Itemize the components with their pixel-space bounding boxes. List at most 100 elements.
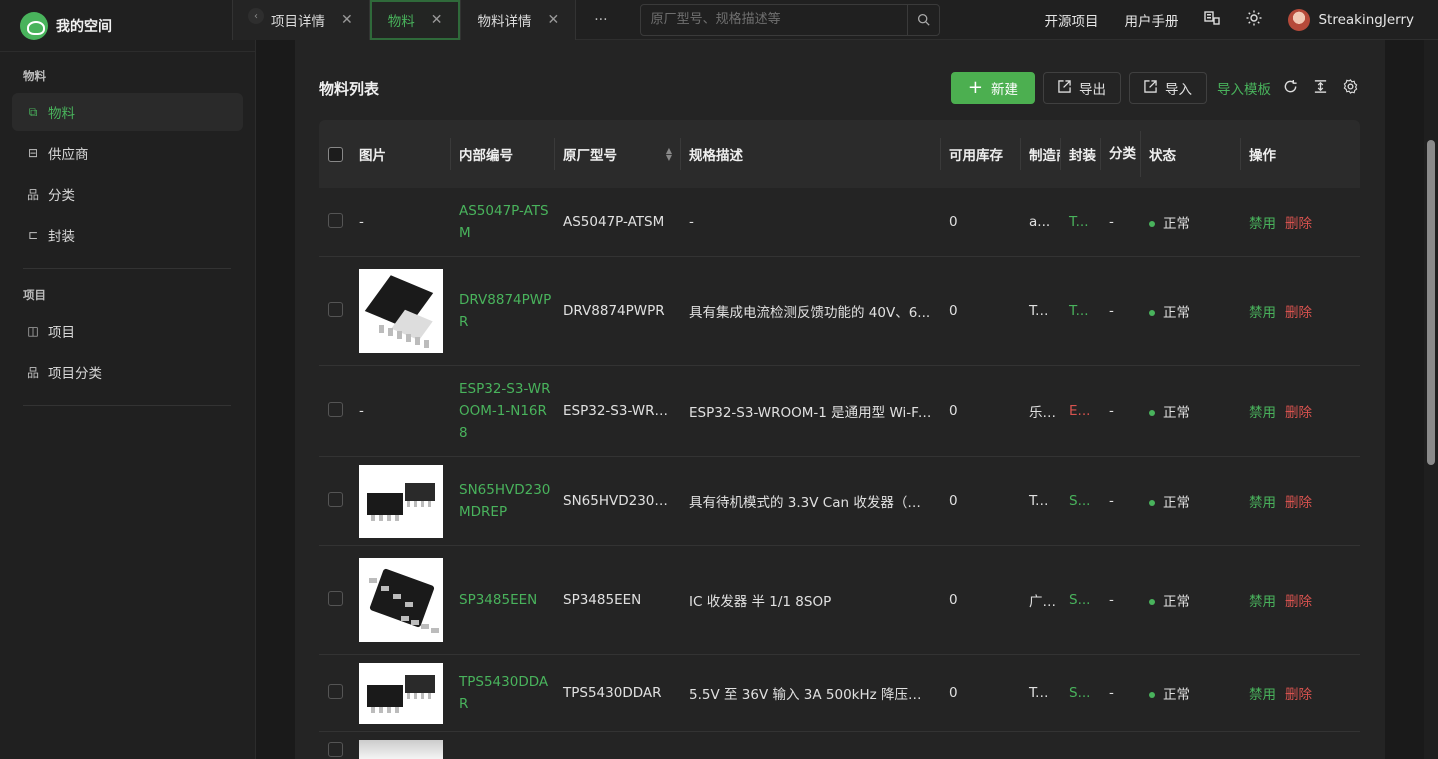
package-link: S... — [1069, 592, 1091, 608]
row-checkbox[interactable] — [328, 590, 343, 606]
sidebar-item-supplier[interactable]: ⊟ 供应商 — [12, 134, 243, 172]
close-icon[interactable]: ✕ — [547, 12, 559, 28]
user-menu[interactable]: StreakingJerry — [1288, 9, 1414, 31]
theme-toggle-icon[interactable] — [1246, 10, 1262, 30]
table-row[interactable]: TPS5430DDAR TPS5430DDAR 5.5V 至 36V 输入 3A 5… — [319, 655, 1360, 732]
cell-code[interactable]: AS5047P-ATSM — [451, 200, 555, 244]
disable-button[interactable]: 禁用 — [1249, 305, 1276, 321]
row-checkbox[interactable] — [328, 491, 343, 507]
package-link: T... — [1069, 214, 1089, 230]
part-code-link[interactable]: TPS5430DDAR — [459, 671, 555, 715]
cell-desc: 具有待机模式的 3.3V Can 收发器（增... — [681, 491, 941, 511]
table-row[interactable] — [319, 732, 1360, 759]
delete-button[interactable]: 删除 — [1285, 594, 1312, 610]
part-image[interactable] — [359, 739, 443, 759]
table-row[interactable]: SP3485EEN SP3485EEN IC 收发器 半 1/1 8SOP 0 广...… — [319, 546, 1360, 655]
translate-icon[interactable] — [1204, 10, 1221, 30]
page-scrollbar[interactable] — [1424, 40, 1438, 759]
search-input[interactable] — [640, 4, 907, 35]
tab-2[interactable]: 物料详情 ✕ — [460, 0, 577, 40]
cell-pkg[interactable]: T... — [1061, 214, 1101, 230]
table-row[interactable]: DRV8874PWPR DRV8874PWPR 具有集成电流检测反馈功能的 40V、… — [319, 257, 1360, 366]
cell-pkg[interactable]: T... — [1061, 303, 1101, 319]
part-code-link[interactable]: SP3485EEN — [459, 589, 555, 611]
scrollbar-thumb[interactable] — [1427, 140, 1435, 465]
part-description: ESP32-S3-WROOM-1 是通用型 Wi-Fi ... — [689, 405, 939, 421]
part-image[interactable] — [359, 662, 443, 724]
delete-button[interactable]: 删除 — [1285, 305, 1312, 321]
column-height-icon[interactable] — [1309, 79, 1331, 98]
part-code-link[interactable]: SN65HVD230MDREP — [459, 479, 555, 523]
disable-button[interactable]: 禁用 — [1249, 216, 1276, 232]
row-checkbox[interactable] — [328, 742, 343, 757]
part-code-link[interactable]: DRV8874PWPR — [459, 289, 555, 333]
refresh-icon[interactable] — [1279, 79, 1301, 98]
new-button[interactable]: + 新建 — [950, 72, 1035, 104]
row-checkbox[interactable] — [328, 683, 343, 699]
chip-body — [359, 739, 443, 759]
disable-button[interactable]: 禁用 — [1249, 594, 1276, 610]
delete-button[interactable]: 删除 — [1285, 405, 1312, 421]
disable-button[interactable]: 禁用 — [1249, 687, 1276, 703]
cell-code[interactable]: SN65HVD230MDREP — [451, 479, 555, 523]
import-button[interactable]: 导入 — [1129, 72, 1207, 104]
delete-button[interactable]: 删除 — [1285, 495, 1312, 511]
part-image[interactable] — [359, 269, 443, 353]
sidebar-item-project-category[interactable]: 品项目分类 — [12, 353, 243, 391]
delete-button[interactable]: 删除 — [1285, 687, 1312, 703]
cell-code[interactable]: SP3485EEN — [451, 589, 555, 611]
collapse-sidebar-icon[interactable]: ‹ — [248, 8, 264, 24]
search-icon[interactable] — [906, 4, 939, 35]
col-header-model[interactable]: 原厂型号 ▲ ▼ — [555, 138, 681, 170]
sidebar-item-package[interactable]: ⊏ 封装 — [12, 216, 243, 254]
export-button[interactable]: 导出 — [1043, 72, 1121, 104]
chip-body — [405, 483, 435, 501]
table-row[interactable]: - ESP32-S3-WROOM-1-N16R8 ESP32-S3-WRO... ES… — [319, 366, 1360, 457]
select-all-checkbox[interactable] — [319, 138, 351, 170]
table-row[interactable]: - AS5047P-ATSM AS5047P-ATSM - 0 a... T... - 正常 禁用… — [319, 188, 1360, 257]
table-row[interactable]: SN65HVD230MDREP SN65HVD230M... 具有待机模式的 3.3… — [319, 457, 1360, 546]
cell-code[interactable]: DRV8874PWPR — [451, 289, 555, 333]
sidebar: 我的空间 物料 ⧉ 物料 ⊟ 供应商品分类 ⊏ 封装 项目 ◫ 项目品项目分类 — [0, 0, 256, 759]
cell-code[interactable]: TPS5430DDAR — [451, 671, 555, 715]
cell-pkg[interactable]: S... — [1061, 685, 1101, 701]
cell-code[interactable]: ESP32-S3-WROOM-1-N16R8 — [451, 378, 555, 444]
sidebar-item-material[interactable]: ⧉ 物料 — [12, 93, 243, 131]
tab-more-button[interactable]: ··· — [576, 12, 625, 28]
open-source-link[interactable]: 开源项目 — [1044, 10, 1098, 30]
part-image[interactable] — [359, 558, 443, 642]
settings-gear-icon[interactable] — [1339, 78, 1361, 98]
part-model: TPS5430DDAR — [563, 685, 662, 701]
row-checkbox[interactable] — [328, 401, 343, 417]
close-icon[interactable]: ✕ — [431, 12, 443, 28]
sort-icon[interactable]: ▲ ▼ — [666, 147, 672, 162]
cell-image — [351, 739, 451, 759]
close-icon[interactable]: ✕ — [341, 12, 353, 28]
manual-link[interactable]: 用户手册 — [1124, 10, 1178, 30]
cell-pkg[interactable]: E... — [1061, 403, 1101, 419]
cell-pkg[interactable]: S... — [1061, 493, 1101, 509]
tab-1[interactable]: 物料 ✕ — [369, 0, 461, 40]
disable-button[interactable]: 禁用 — [1249, 495, 1276, 511]
part-image[interactable] — [359, 464, 443, 538]
import-template-link[interactable]: 导入模板 — [1217, 78, 1271, 98]
cell-ops: 禁用 删除 — [1241, 590, 1351, 610]
sidebar-item-label: 项目 — [48, 325, 75, 341]
row-checkbox[interactable] — [328, 212, 343, 228]
cell-pkg[interactable]: S... — [1061, 592, 1101, 608]
part-code-link[interactable]: AS5047P-ATSM — [459, 200, 555, 244]
image-placeholder: - — [359, 403, 364, 419]
cell-stock: 0 — [941, 403, 1021, 419]
sidebar-item-category[interactable]: 品分类 — [12, 175, 243, 213]
delete-button[interactable]: 删除 — [1285, 216, 1312, 232]
sidebar-item-project[interactable]: ◫ 项目 — [12, 312, 243, 350]
row-checkbox[interactable] — [328, 301, 343, 317]
brand[interactable]: 我的空间 — [0, 0, 255, 52]
chip-pin — [414, 501, 417, 507]
part-code-link[interactable]: ESP32-S3-WROOM-1-N16R8 — [459, 378, 555, 444]
logo-icon — [20, 11, 48, 40]
status-badge: 正常 — [1163, 405, 1190, 421]
status-badge: 正常 — [1163, 594, 1190, 610]
disable-button[interactable]: 禁用 — [1249, 405, 1276, 421]
checkbox[interactable] — [328, 146, 343, 162]
